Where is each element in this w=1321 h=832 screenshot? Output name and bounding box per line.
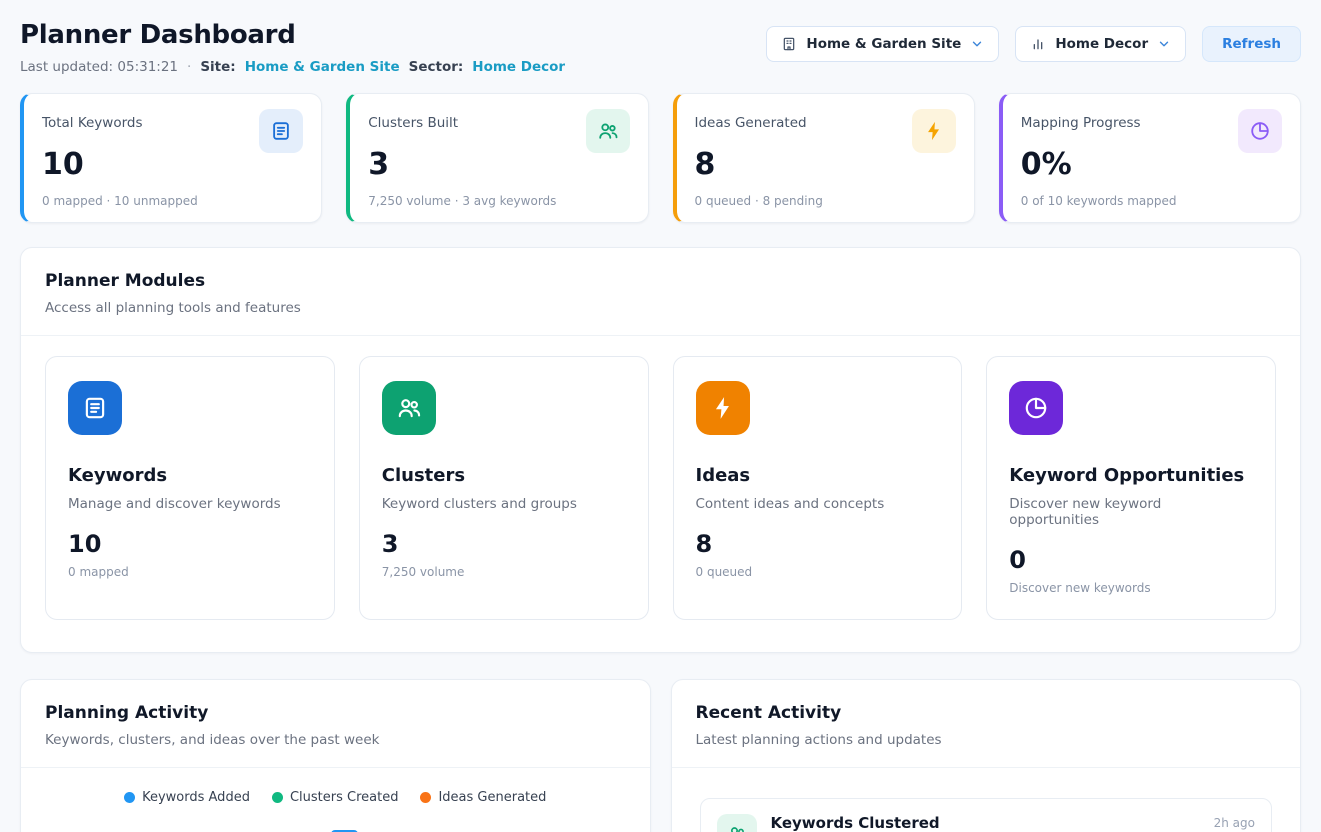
- activity-timestamp: 2h ago: [1214, 814, 1255, 830]
- legend-dot-icon: [420, 792, 431, 803]
- module-value: 8: [696, 530, 940, 558]
- stat-value: 3: [368, 147, 629, 182]
- section-subtitle: Access all planning tools and features: [45, 300, 1276, 316]
- legend-dot-icon: [272, 792, 283, 803]
- chevron-down-icon: [970, 37, 984, 51]
- stat-card-ideas-generated: Ideas Generated 8 0 queued · 8 pending: [673, 93, 975, 223]
- lightning-icon: [696, 381, 750, 435]
- legend-item-keywords-added: Keywords Added: [124, 790, 250, 805]
- site-label: Site:: [200, 59, 235, 75]
- module-title: Ideas: [696, 465, 940, 486]
- module-description: Keyword clusters and groups: [382, 496, 626, 512]
- stat-label: Total Keywords: [42, 109, 143, 131]
- module-card-keywords[interactable]: Keywords Manage and discover keywords 10…: [45, 356, 335, 620]
- planning-activity-head: Planning Activity Keywords, clusters, an…: [21, 680, 650, 767]
- site-selector-label: Home & Garden Site: [806, 36, 961, 52]
- module-description: Manage and discover keywords: [68, 496, 312, 512]
- page-header: Planner Dashboard Last updated: 05:31:21…: [20, 20, 1301, 75]
- legend-dot-icon: [124, 792, 135, 803]
- module-detail: 0 mapped: [68, 565, 312, 579]
- module-card-keyword-opportunities[interactable]: Keyword Opportunities Discover new keywo…: [986, 356, 1276, 620]
- bar-chart-icon: [1030, 36, 1046, 52]
- users-icon: [717, 814, 757, 832]
- sector-label: Sector:: [409, 59, 464, 75]
- activity-item-keywords-clustered: Keywords Clustered 3 new clusters create…: [700, 798, 1273, 832]
- page-title: Planner Dashboard: [20, 20, 565, 50]
- stat-label: Mapping Progress: [1021, 109, 1141, 131]
- chart-plot-area: 25 25 24: [45, 823, 626, 832]
- header-actions: Home & Garden Site Home Decor Refresh: [766, 20, 1301, 62]
- chevron-down-icon: [1157, 37, 1171, 51]
- section-title: Recent Activity: [696, 703, 1277, 723]
- planning-activity-panel: Planning Activity Keywords, clusters, an…: [20, 679, 651, 832]
- planner-modules-head: Planner Modules Access all planning tool…: [21, 248, 1300, 335]
- stat-value: 0%: [1021, 147, 1282, 182]
- users-icon: [382, 381, 436, 435]
- building-icon: [781, 36, 797, 52]
- module-card-clusters[interactable]: Clusters Keyword clusters and groups 3 7…: [359, 356, 649, 620]
- sector-link[interactable]: Home Decor: [472, 59, 565, 75]
- refresh-button[interactable]: Refresh: [1202, 26, 1301, 62]
- document-icon: [68, 381, 122, 435]
- pie-chart-icon: [1009, 381, 1063, 435]
- stat-detail: 0 mapped · 10 unmapped: [42, 194, 303, 208]
- module-value: 0: [1009, 546, 1253, 574]
- recent-activity-head: Recent Activity Latest planning actions …: [672, 680, 1301, 767]
- legend-item-ideas-generated: Ideas Generated: [420, 790, 546, 805]
- sector-selector-dropdown[interactable]: Home Decor: [1015, 26, 1186, 62]
- module-detail: 0 queued: [696, 565, 940, 579]
- module-title: Keyword Opportunities: [1009, 465, 1253, 486]
- stat-value: 8: [695, 147, 956, 182]
- stat-detail: 0 of 10 keywords mapped: [1021, 194, 1282, 208]
- module-description: Discover new keyword opportunities: [1009, 496, 1253, 528]
- recent-activity-panel: Recent Activity Latest planning actions …: [671, 679, 1302, 832]
- module-title: Clusters: [382, 465, 626, 486]
- divider: [21, 767, 650, 768]
- site-selector-dropdown[interactable]: Home & Garden Site: [766, 26, 999, 62]
- stat-label: Ideas Generated: [695, 109, 807, 131]
- stat-label: Clusters Built: [368, 109, 458, 131]
- activity-chart: Keywords Added Clusters Created Ideas Ge…: [21, 790, 650, 832]
- section-subtitle: Latest planning actions and updates: [696, 732, 1277, 748]
- module-detail: Discover new keywords: [1009, 581, 1253, 595]
- header-left: Planner Dashboard Last updated: 05:31:21…: [20, 20, 565, 75]
- stat-detail: 7,250 volume · 3 avg keywords: [368, 194, 629, 208]
- planner-modules-panel: Planner Modules Access all planning tool…: [20, 247, 1301, 653]
- planner-dashboard-page: Planner Dashboard Last updated: 05:31:21…: [0, 0, 1321, 832]
- separator-dot: ·: [187, 59, 191, 75]
- modules-grid: Keywords Manage and discover keywords 10…: [21, 336, 1300, 652]
- stat-value: 10: [42, 147, 303, 182]
- module-detail: 7,250 volume: [382, 565, 626, 579]
- bottom-grid: Planning Activity Keywords, clusters, an…: [20, 679, 1301, 832]
- legend-item-clusters-created: Clusters Created: [272, 790, 399, 805]
- stat-card-mapping-progress: Mapping Progress 0% 0 of 10 keywords map…: [999, 93, 1301, 223]
- section-title: Planner Modules: [45, 271, 1276, 291]
- legend-label: Keywords Added: [142, 790, 250, 805]
- module-description: Content ideas and concepts: [696, 496, 940, 512]
- section-subtitle: Keywords, clusters, and ideas over the p…: [45, 732, 626, 748]
- module-card-ideas[interactable]: Ideas Content ideas and concepts 8 0 que…: [673, 356, 963, 620]
- sector-selector-label: Home Decor: [1055, 36, 1148, 52]
- activity-list: Keywords Clustered 3 new clusters create…: [672, 768, 1301, 832]
- module-title: Keywords: [68, 465, 312, 486]
- chart-legend: Keywords Added Clusters Created Ideas Ge…: [45, 790, 626, 805]
- legend-label: Ideas Generated: [438, 790, 546, 805]
- section-title: Planning Activity: [45, 703, 626, 723]
- stat-card-clusters-built: Clusters Built 3 7,250 volume · 3 avg ke…: [346, 93, 648, 223]
- stat-card-total-keywords: Total Keywords 10 0 mapped · 10 unmapped: [20, 93, 322, 223]
- module-value: 3: [382, 530, 626, 558]
- module-value: 10: [68, 530, 312, 558]
- stats-row: Total Keywords 10 0 mapped · 10 unmapped…: [20, 93, 1301, 223]
- legend-label: Clusters Created: [290, 790, 399, 805]
- activity-content: Keywords Clustered 3 new clusters create…: [771, 814, 1200, 832]
- header-subline: Last updated: 05:31:21 · Site: Home & Ga…: [20, 59, 565, 75]
- last-updated-text: Last updated: 05:31:21: [20, 59, 178, 75]
- site-link[interactable]: Home & Garden Site: [245, 59, 400, 75]
- stat-detail: 0 queued · 8 pending: [695, 194, 956, 208]
- activity-title: Keywords Clustered: [771, 814, 1200, 832]
